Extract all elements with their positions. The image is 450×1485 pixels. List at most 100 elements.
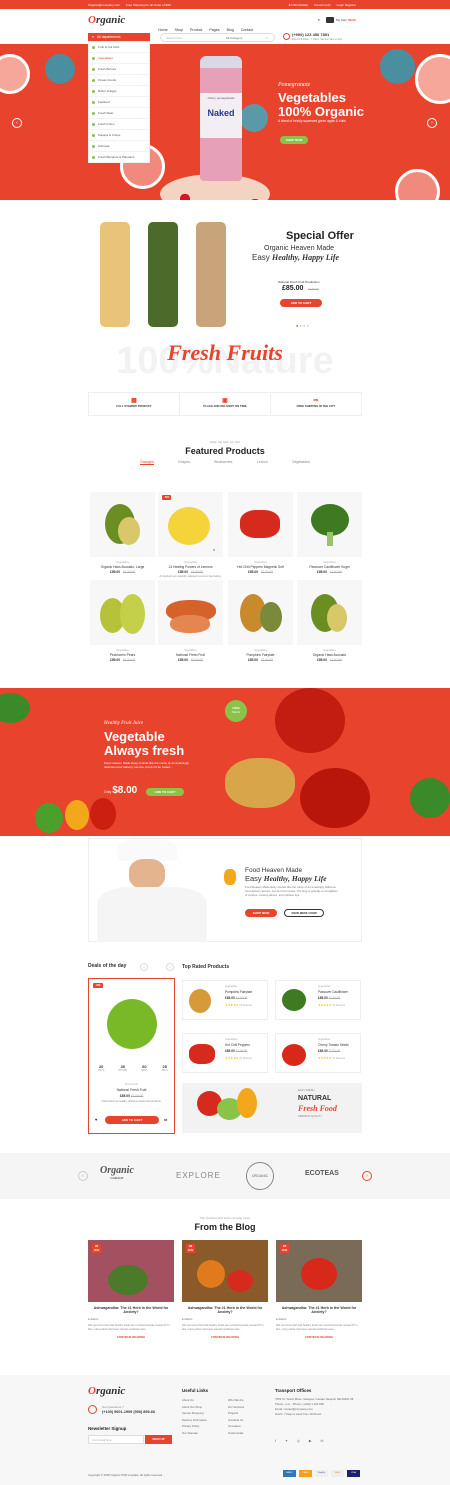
copyright: Copyright © 2018 Organic PSD template. A… <box>88 1473 163 1477</box>
dept-item[interactable]: Oatmeal <box>89 141 149 152</box>
product-card[interactable]: Vegetables Pumpkins Fairytale £85.00 £120.0… <box>228 580 293 662</box>
departments-button[interactable]: ≡ All departments <box>88 33 150 41</box>
special-price: £85.00 <box>282 285 304 292</box>
brand-logo[interactable]: ECOTEAS <box>305 1170 339 1177</box>
special-offer-title: Special Offer <box>286 230 354 242</box>
dept-item[interactable]: Papaya & Crisps <box>89 130 149 141</box>
prev-arrow-icon[interactable]: ‹ <box>78 1171 88 1181</box>
dept-item[interactable]: Butter & Eggs <box>89 86 149 97</box>
shop-now-button[interactable]: SHOP NOW <box>245 909 277 917</box>
dept-item[interactable]: Fresh Meat <box>89 108 149 119</box>
shop-now-button[interactable]: SHOP NOW <box>280 136 308 144</box>
nav-contact[interactable]: Contact <box>241 28 253 32</box>
rated-item[interactable]: Vegetables Passover Cauliflower £85.00 £12… <box>275 980 361 1020</box>
product-card[interactable]: Vegetables Hot Chili Peppers Magnetic Sof… <box>228 492 293 574</box>
logo[interactable]: Organic <box>88 14 125 26</box>
broccoli-image <box>410 778 450 818</box>
product-card[interactable]: Vegetables Peckham's Pears £85.00 £120.00 <box>90 580 155 662</box>
newsletter-email-input[interactable]: Your email here... <box>88 1435 144 1444</box>
dept-item[interactable]: Fruit & Nut Gifts <box>89 42 149 53</box>
questions-label: Got Questions ? <box>102 1405 124 1409</box>
product-card[interactable]: Vegetables Organic Hass Avocado, Large £85… <box>90 492 155 574</box>
add-to-cart-button[interactable]: ADD TO CART <box>105 1116 159 1124</box>
fig-image <box>380 49 415 84</box>
chef-desc: Food Heaven Made Easy sounds like the na… <box>245 885 338 897</box>
dept-item[interactable]: Fastfood <box>89 97 149 108</box>
product-card[interactable]: Vegetables National Fresh Fruit £85.00 £120… <box>158 580 223 662</box>
discount-badge: -9% <box>93 983 103 988</box>
feature-item: ▦ FULL STAMINO PRODUCT <box>89 393 180 415</box>
dept-item[interactable]: Fresh Onion <box>89 119 149 130</box>
dept-item[interactable]: Vegetables <box>89 53 149 64</box>
slider-dots[interactable]: ● ● ● ● <box>296 323 309 328</box>
language-select[interactable]: French (CA) <box>314 3 330 7</box>
nav-blog[interactable]: Blog <box>227 28 234 32</box>
timer-hours: 30 HOURS <box>118 1064 128 1072</box>
rated-item[interactable]: Vegetables Hot Chili Peppers £85.00 £120.0… <box>182 1033 268 1073</box>
next-arrow-icon[interactable]: › <box>362 1171 372 1181</box>
juice-price: Only $8.00 <box>104 785 138 796</box>
mastercard-icon: CARD <box>299 1470 312 1477</box>
category-select[interactable]: All Category <box>226 36 266 40</box>
rated-item[interactable]: Vegetables Pumpkins Fairytale £85.00 £120.… <box>182 980 268 1020</box>
blog-post[interactable]: 28 JUN Ashwagandha: The #1 Herb in the Wo… <box>88 1240 174 1339</box>
brand-logo[interactable]: Organic GARAGE <box>100 1165 134 1180</box>
tab-blueberries[interactable]: Blueberries <box>214 460 232 465</box>
add-to-cart-button[interactable]: ADD TO CART <box>280 299 322 307</box>
zoom-icon[interactable]: ⌕ <box>213 547 215 552</box>
brand-logo[interactable]: EXPLORE <box>176 1171 221 1180</box>
cart-summary[interactable]: My Cart: $0.00 <box>336 18 356 22</box>
nav-home[interactable]: Home <box>158 28 168 32</box>
product-card[interactable]: -5% ⌕ Vegetables 13 Healing Powers of Lemon… <box>158 492 223 588</box>
search-icon[interactable]: ⌕ <box>266 36 268 40</box>
continue-reading-link[interactable]: CONTINUE READING <box>182 1335 268 1339</box>
prev-arrow-icon[interactable]: ‹ <box>12 118 22 128</box>
login-link[interactable]: Login Register <box>337 3 356 7</box>
footer-logo[interactable]: Organic <box>88 1385 125 1397</box>
footer-links-col2: Who We Are Our Services Projects Contacts U… <box>228 1398 245 1435</box>
juice-bottle-image <box>196 222 226 327</box>
deal-card[interactable]: -9% 20 DAYS 30 HOURS 60 MINS 25 SECS Fresh F… <box>88 978 175 1134</box>
dept-item[interactable]: Ocean Foods <box>89 75 149 86</box>
prev-arrow-icon[interactable]: ‹ <box>140 963 148 971</box>
brand-logo[interactable]: ORGANIC <box>246 1162 274 1190</box>
fresh-food-banner[interactable]: EASY FRESH NATURAL Fresh Food PREMIUM QU… <box>182 1083 362 1133</box>
nav-pages[interactable]: Pages <box>209 28 219 32</box>
social-icons[interactable]: f ✦ ◎ ▶ ✉ <box>275 1439 327 1443</box>
strawberry-image <box>250 199 260 200</box>
nav-product[interactable]: Product <box>190 28 202 32</box>
search-input[interactable]: Search here... <box>166 36 226 40</box>
blog-post[interactable]: 28 JUN Ashwagandha: The #1 Herb in the Wo… <box>276 1240 362 1339</box>
email-link[interactable]: Organic@company.com <box>88 3 120 7</box>
wishlist-icon[interactable]: ♥ <box>95 1117 97 1122</box>
product-card[interactable]: Vegetables Organic Hass Avocado £85.00 £120… <box>297 580 362 662</box>
tab-oranges[interactable]: Oranges <box>140 460 154 465</box>
continue-reading-link[interactable]: CONTINUE READING <box>276 1335 362 1339</box>
signup-button[interactable]: SIGN UP <box>145 1435 172 1444</box>
nature-badge: 100% Nature <box>225 700 247 722</box>
useful-links-title: Useful Links <box>182 1388 209 1393</box>
next-arrow-icon[interactable]: › <box>166 963 174 971</box>
add-to-cart-button[interactable]: ADD TO CART <box>146 788 184 796</box>
dept-item[interactable]: Fresh Bananas & Plantains <box>89 152 149 163</box>
continue-reading-link[interactable]: CONTINUE READING <box>88 1335 174 1339</box>
rated-item[interactable]: Vegetables Cherry Tomato Seeds £85.00 £120… <box>275 1033 361 1073</box>
cart-icon[interactable] <box>326 17 334 23</box>
view-menu-button[interactable]: VIEW MENU NOW <box>284 909 324 917</box>
tab-vegetables[interactable]: Vegetables <box>292 460 310 465</box>
product-card[interactable]: Vegetables Passover Cauliflower Kugel £85.… <box>297 492 362 574</box>
blog-post[interactable]: 28 JUN Ashwagandha: The #1 Herb in the Wo… <box>182 1240 268 1339</box>
next-arrow-icon[interactable]: › <box>427 118 437 128</box>
newsletter-title: Newsletter Signup <box>88 1426 127 1431</box>
pepper-image <box>224 869 236 885</box>
post-author: ● Admin <box>88 1317 99 1321</box>
hero-title: Vegetables <box>278 90 346 105</box>
dept-item[interactable]: Fresh Berries <box>89 64 149 75</box>
compare-icon[interactable]: ⇄ <box>164 1117 167 1122</box>
nav-shop[interactable]: Shop <box>175 28 183 32</box>
tab-grapes[interactable]: Grapes <box>178 460 190 465</box>
discover-icon: DISC <box>331 1470 344 1477</box>
wishlist-icon[interactable]: ♥ <box>318 18 320 22</box>
currency-select[interactable]: $ USD (Dollar) <box>289 3 309 7</box>
tab-lemon[interactable]: Lemon <box>257 460 268 465</box>
